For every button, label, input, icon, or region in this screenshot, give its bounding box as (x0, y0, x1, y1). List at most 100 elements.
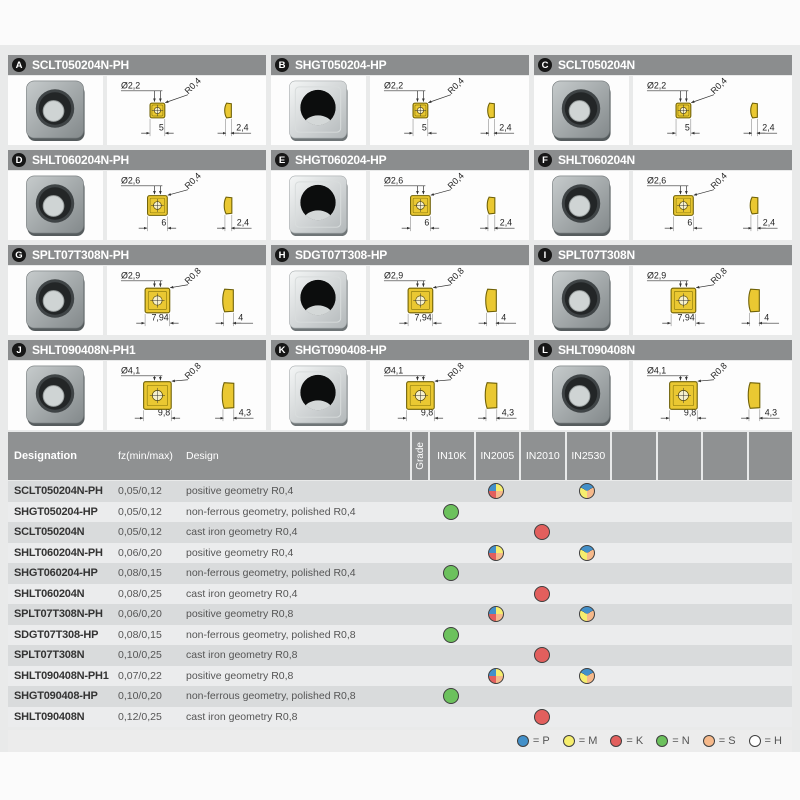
row-fz: 0,06/0,20 (118, 547, 186, 559)
grade-cell-IN2010 (519, 604, 565, 625)
product-cell-header: I SPLT07T308N (534, 245, 792, 265)
cell-letter-badge: L (538, 343, 552, 357)
grade-cell-IN2530 (565, 543, 611, 564)
technical-drawing: 6 Ø2,6 R0,4 2,4 (107, 171, 266, 240)
product-cell-body: 9,8 Ø4,1 R0,8 4,3 (8, 361, 266, 430)
cell-letter: H (279, 250, 286, 261)
row-fz: 0,05/0,12 (118, 526, 186, 538)
grade-cell-IN10K (428, 563, 474, 584)
drawing-svg: 9,8 Ø4,1 R0,8 4,3 (633, 361, 792, 430)
product-cell-header: C SCLT050204N (534, 55, 792, 75)
grade-cell-IN10K (428, 584, 474, 605)
technical-drawing: 7,94 Ø2,9 R0,8 4 (370, 266, 529, 335)
table-row: SCLT050204N-PH 0,05/0,12 positive geomet… (8, 481, 792, 502)
table-row: SHLT090408N 0,12/0,25 cast iron geometry… (8, 707, 792, 728)
row-design: cast iron geometry R0,8 (186, 711, 410, 723)
corner-radius-dim: R0,8 (709, 266, 729, 286)
width-dim: 7,94 (152, 313, 169, 323)
cell-letter-badge: F (538, 153, 552, 167)
technical-drawing: 9,8 Ø4,1 R0,8 4,3 (107, 361, 266, 430)
insert-photo-svg (8, 171, 103, 240)
corner-radius-dim: R0,8 (709, 361, 729, 381)
cell-letter: I (544, 250, 547, 261)
product-cell-body: 5 Ø2,2 R0,4 2,4 (534, 76, 792, 145)
row-design: cast iron geometry R0,4 (186, 588, 410, 600)
cell-letter: D (16, 155, 23, 166)
drawing-svg: 6 Ø2,6 R0,4 2,4 (370, 171, 529, 240)
insert-photo-svg (534, 266, 629, 335)
legend-item: = H (749, 735, 782, 747)
drawing-svg: 6 Ø2,6 R0,4 2,4 (633, 171, 792, 240)
grade-cell-IN10K (428, 522, 474, 543)
cell-title: SHGT060204-HP (295, 153, 386, 167)
hole-dia-dim: Ø2,6 (121, 175, 140, 185)
product-cell-body: 6 Ø2,6 R0,4 2,4 (534, 171, 792, 240)
cell-title: SHGT050204-HP (295, 58, 386, 72)
row-designation: SHGT060204-HP (8, 567, 118, 579)
grade-mark-K (534, 524, 550, 540)
table-row: SHLT090408N-PH1 0,07/0,22 positive geome… (8, 666, 792, 687)
product-cell-header: A SCLT050204N-PH (8, 55, 266, 75)
product-cell: H SDGT07T308-HP 7,94 Ø2,9 R0,8 (271, 245, 529, 335)
row-designation: SHGT050204-HP (8, 506, 118, 518)
row-fz: 0,08/0,15 (118, 629, 186, 641)
hole-dia-dim: Ø4,1 (384, 365, 403, 375)
product-cell: L SHLT090408N 9,8 Ø4,1 R0,8 (534, 340, 792, 430)
cell-letter: A (16, 60, 23, 71)
drawing-svg: 9,8 Ø4,1 R0,8 4,3 (107, 361, 266, 430)
product-cell: C SCLT050204N 5 Ø2,2 R0,4 (534, 55, 792, 145)
cell-letter: L (542, 345, 548, 356)
header-designation: Designation (8, 450, 118, 462)
grade-cell-IN2530 (565, 645, 611, 666)
grade-cell-IN10K (428, 604, 474, 625)
row-design: non-ferrous geometry, polished R0,8 (186, 690, 410, 702)
insert-photo (8, 361, 103, 430)
grade-cell-IN2530 (565, 625, 611, 646)
insert-photo (271, 361, 366, 430)
product-cell: G SPLT07T308N-PH 7,94 Ø2,9 R0,8 (8, 245, 266, 335)
grade-cell-IN10K (428, 502, 474, 523)
grade-cell-IN2010 (519, 502, 565, 523)
row-fz: 0,10/0,25 (118, 649, 186, 661)
thickness-dim: 2,4 (499, 123, 511, 133)
cell-title: SCLT050204N (558, 58, 635, 72)
row-designation: SHLT060204N (8, 588, 118, 600)
thickness-dim: 4 (501, 313, 506, 323)
grade-cell-IN2530 (565, 666, 611, 687)
grade-cell-IN2010 (519, 481, 565, 502)
product-cell: E SHGT060204-HP 6 Ø2,6 R0,4 (271, 150, 529, 240)
grade-mark-PMKS (488, 606, 504, 622)
product-cell-header: K SHGT090408-HP (271, 340, 529, 360)
row-designation: SPLT07T308N-PH (8, 608, 118, 620)
grade-cell-IN2005 (474, 604, 520, 625)
grade-mark-PMS (579, 545, 595, 561)
grade-cell-IN2005 (474, 686, 520, 707)
cell-letter-badge: J (12, 343, 26, 357)
cell-letter: B (279, 60, 286, 71)
row-designation: SPLT07T308N (8, 649, 118, 661)
table-row: SCLT050204N 0,05/0,12 cast iron geometry… (8, 522, 792, 543)
cell-letter: E (279, 155, 285, 166)
grade-mark-N (443, 688, 459, 704)
legend-item: = P (517, 735, 550, 747)
technical-drawing: 9,8 Ø4,1 R0,8 4,3 (633, 361, 792, 430)
grade-cell-IN10K (428, 625, 474, 646)
row-design: cast iron geometry R0,4 (186, 526, 410, 538)
row-fz: 0,05/0,12 (118, 506, 186, 518)
grade-mark-N (443, 627, 459, 643)
row-design: positive geometry R0,8 (186, 608, 410, 620)
cell-title: SPLT07T308N (558, 248, 635, 262)
thickness-dim: 4 (238, 313, 243, 323)
cell-letter-badge: K (275, 343, 289, 357)
insert-photo (8, 171, 103, 240)
thickness-dim: 4,3 (239, 408, 251, 418)
cell-letter-badge: B (275, 58, 289, 72)
legend-item: = K (610, 735, 643, 747)
corner-radius-dim: R0,4 (183, 76, 203, 96)
grade-cell-IN2010 (519, 522, 565, 543)
hole-dia-dim: Ø2,6 (647, 175, 666, 185)
legend-label: = K (626, 735, 643, 747)
header-empty-col (749, 432, 793, 480)
cell-letter: G (15, 250, 22, 261)
insert-photo-svg (534, 171, 629, 240)
